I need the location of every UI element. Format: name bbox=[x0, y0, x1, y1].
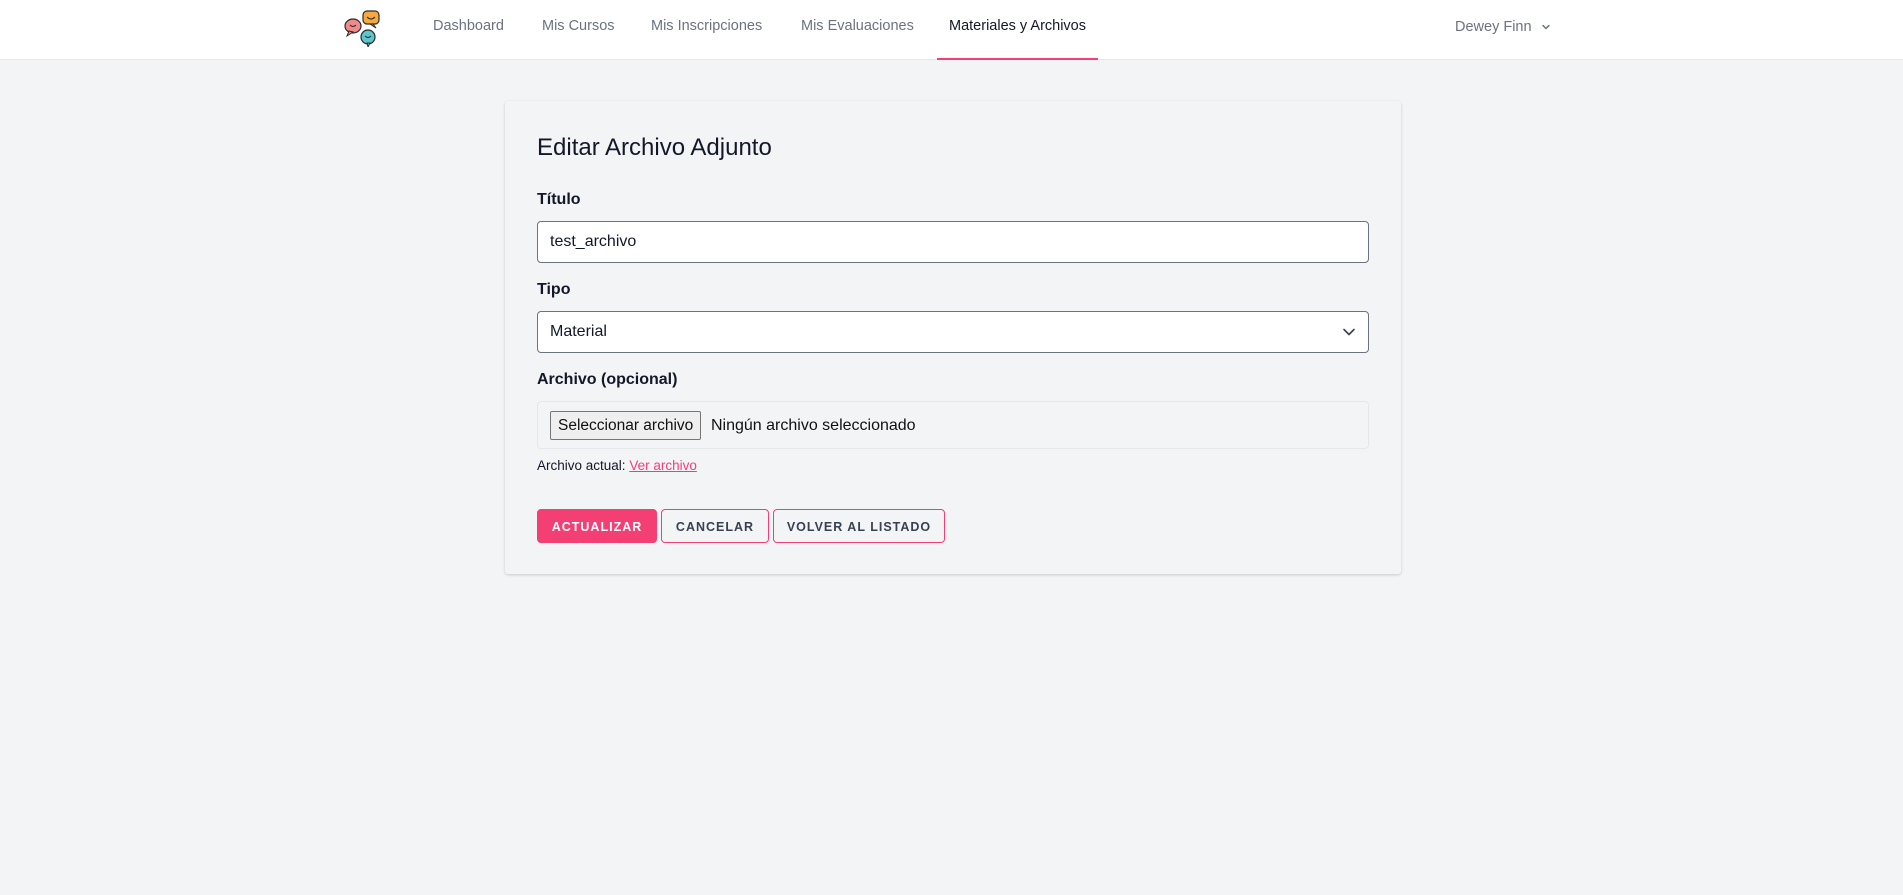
nav-materiales-label: Materiales y Archivos bbox=[949, 18, 1086, 34]
chevron-down-icon bbox=[1541, 24, 1550, 30]
edit-attachment-card: Editar Archivo Adjunto Título Tipo Mater… bbox=[505, 101, 1401, 574]
view-file-link[interactable]: Ver archivo bbox=[629, 458, 697, 473]
user-menu[interactable]: Dewey Finn bbox=[1455, 0, 1552, 54]
chevron-down-icon bbox=[1343, 328, 1355, 336]
nav-dashboard[interactable]: Dashboard bbox=[433, 0, 504, 60]
nav-materiales-y-archivos[interactable]: Materiales y Archivos bbox=[937, 0, 1098, 60]
top-navigation-bar: Dashboard Mis Cursos Mis Inscripciones M… bbox=[0, 0, 1903, 60]
nav-mis-cursos[interactable]: Mis Cursos bbox=[542, 0, 615, 60]
cancel-button[interactable]: CANCELAR bbox=[661, 509, 769, 543]
nav-mis-evaluaciones[interactable]: Mis Evaluaciones bbox=[801, 0, 914, 60]
file-upload-field[interactable]: Seleccionar archivo Ningún archivo selec… bbox=[537, 401, 1369, 449]
file-label: Archivo (opcional) bbox=[537, 371, 678, 388]
title-input[interactable] bbox=[537, 221, 1369, 263]
current-file-row: Archivo actual: Ver archivo bbox=[537, 458, 697, 473]
title-label: Título bbox=[537, 191, 581, 208]
chat-bubbles-logo-icon[interactable] bbox=[343, 9, 383, 49]
page-title: Editar Archivo Adjunto bbox=[537, 134, 772, 161]
back-to-list-button[interactable]: VOLVER AL LISTADO bbox=[773, 509, 945, 543]
type-select-value: Material bbox=[550, 323, 607, 340]
current-file-label: Archivo actual: bbox=[537, 458, 626, 473]
choose-file-button[interactable]: Seleccionar archivo bbox=[550, 411, 702, 440]
update-button[interactable]: ACTUALIZAR bbox=[537, 509, 657, 543]
type-select[interactable]: Material bbox=[537, 311, 1369, 353]
active-tab-indicator bbox=[937, 58, 1098, 60]
type-label: Tipo bbox=[537, 281, 571, 298]
user-name: Dewey Finn bbox=[1455, 19, 1532, 35]
nav-mis-inscripciones[interactable]: Mis Inscripciones bbox=[651, 0, 762, 60]
file-status-text: Ningún archivo seleccionado bbox=[711, 417, 916, 434]
